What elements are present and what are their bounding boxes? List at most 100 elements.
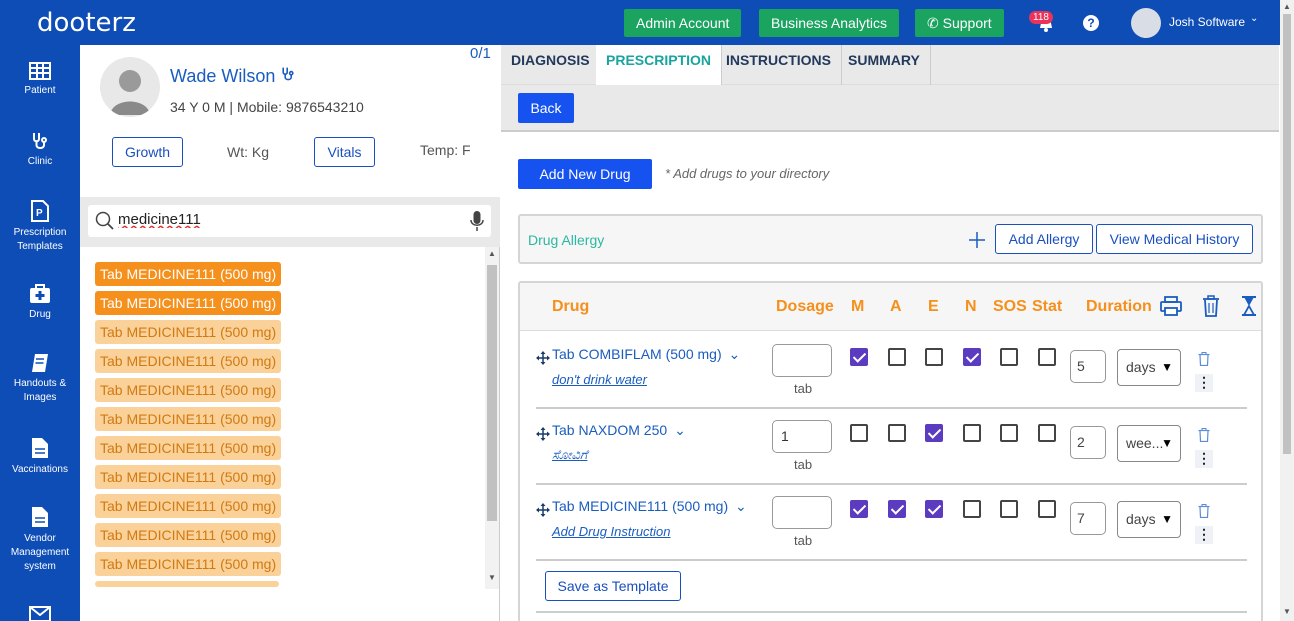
checkbox-sos[interactable] — [1000, 424, 1018, 442]
admin-account-button[interactable]: Admin Account — [624, 9, 742, 37]
checkbox-stat[interactable] — [1038, 424, 1056, 442]
scroll-up-arrow[interactable]: ▲ — [488, 249, 496, 258]
support-button[interactable]: ✆ Support — [915, 9, 1004, 37]
drug-name[interactable]: Tab MEDICINE111 (500 mg) ⌄ — [552, 498, 747, 515]
checkbox-sos[interactable] — [1000, 500, 1018, 518]
duration-input[interactable]: 5 — [1070, 350, 1106, 383]
drug-instruction[interactable]: ಸೋವಿಗೆ — [552, 447, 587, 463]
drug-result-item[interactable]: Tab MEDICINE111 (500 mg) — [95, 291, 282, 315]
delete-icon[interactable] — [1198, 504, 1210, 518]
vitals-button[interactable]: Vitals — [314, 137, 375, 167]
drug-name[interactable]: Tab COMBIFLAM (500 mg) ⌄ — [552, 346, 740, 363]
checkbox-m[interactable] — [850, 348, 868, 366]
microphone-icon[interactable] — [470, 210, 484, 232]
checkbox-m[interactable] — [850, 500, 868, 518]
checkbox-a[interactable] — [888, 500, 906, 518]
add-allergy-button[interactable]: Add Allergy — [995, 224, 1093, 254]
sidebar-item-mail[interactable] — [0, 606, 80, 621]
sidebar-item-handouts[interactable]: Handouts & Images — [0, 353, 80, 405]
page-scrollbar[interactable]: ▲ ▼ — [1280, 0, 1294, 621]
duration-unit-select[interactable]: wee... ▼ — [1117, 425, 1181, 462]
chevron-down-icon[interactable]: ⌄ — [735, 498, 747, 514]
dose-input[interactable]: 1 — [772, 420, 832, 453]
add-new-drug-button[interactable]: Add New Drug — [518, 159, 652, 189]
drug-result-item[interactable]: Tab MEDICINE111 (500 mg) — [95, 262, 282, 286]
checkbox-stat[interactable] — [1038, 500, 1056, 518]
page-scrollbar-thumb[interactable] — [1283, 14, 1291, 454]
sidebar-item-patient[interactable]: Patient — [0, 62, 80, 98]
checkbox-sos[interactable] — [1000, 348, 1018, 366]
business-analytics-button[interactable]: Business Analytics — [759, 9, 899, 37]
dose-input[interactable] — [772, 344, 832, 377]
drag-handle-icon[interactable] — [536, 351, 550, 365]
more-options-icon[interactable]: ⋮ — [1195, 374, 1213, 392]
drug-instruction[interactable]: don't drink water — [552, 372, 647, 387]
drug-result-item[interactable]: Tab MEDICINE111 (500 mg) — [95, 523, 282, 547]
checkbox-e[interactable] — [925, 424, 943, 442]
tab-instructions[interactable]: INSTRUCTIONS — [716, 45, 842, 85]
duration-unit-select[interactable]: days ▼ — [1117, 349, 1181, 386]
delete-icon[interactable] — [1198, 352, 1210, 366]
user-name[interactable]: Josh Software — [1169, 15, 1245, 29]
drug-name[interactable]: Tab NAXDOM 250 ⌄ — [552, 422, 686, 439]
brand-logo[interactable]: dooterz — [37, 8, 136, 38]
results-scrollbar[interactable]: ▲ ▼ — [485, 247, 499, 589]
drug-result-item[interactable]: Tab MEDICINE111 (500 mg) — [95, 320, 282, 344]
trash-all-icon[interactable] — [1202, 295, 1220, 317]
scroll-down-arrow[interactable]: ▼ — [488, 573, 496, 582]
drug-result-item[interactable]: Tab MEDICINE111 (500 mg) — [95, 465, 282, 489]
drug-result-item[interactable]: Tab MEDICINE111 (500 mg) — [95, 407, 282, 431]
duration-input[interactable]: 2 — [1070, 426, 1106, 459]
scroll-up-arrow[interactable]: ▲ — [1283, 2, 1291, 11]
user-avatar[interactable] — [1131, 8, 1161, 38]
sidebar-item-vaccinations[interactable]: Vaccinations — [0, 437, 80, 477]
duration-input[interactable]: 7 — [1070, 502, 1106, 535]
results-scrollbar-thumb[interactable] — [487, 265, 497, 521]
tab-prescription[interactable]: PRESCRIPTION — [596, 45, 723, 85]
drag-handle-icon[interactable] — [536, 427, 550, 441]
dose-input[interactable] — [772, 496, 832, 529]
checkbox-n[interactable] — [963, 500, 981, 518]
checkbox-e[interactable] — [925, 348, 943, 366]
sidebar-item-prescription-templates[interactable]: P Prescription Templates — [0, 200, 80, 254]
scroll-down-arrow[interactable]: ▼ — [1283, 607, 1291, 616]
drug-result-item[interactable]: Tab MEDICINE111 (500 mg) — [95, 378, 282, 402]
sidebar-item-drug[interactable]: Drug — [0, 284, 80, 322]
chevron-down-icon[interactable]: ⌄ — [1250, 13, 1258, 24]
checkbox-stat[interactable] — [1038, 348, 1056, 366]
drug-result-item[interactable]: Tab MEDICINE111 (500 mg) — [95, 494, 282, 518]
delete-icon[interactable] — [1198, 428, 1210, 442]
growth-button[interactable]: Growth — [112, 137, 183, 167]
tab-summary[interactable]: SUMMARY — [838, 45, 931, 85]
print-icon[interactable] — [1160, 296, 1182, 316]
checkbox-a[interactable] — [888, 348, 906, 366]
duration-unit-select[interactable]: days ▼ — [1117, 501, 1181, 538]
search-input[interactable] — [118, 211, 448, 228]
drug-result-item[interactable]: Tab MEDICINE111 (500 mg) — [95, 436, 282, 460]
hourglass-icon[interactable] — [1241, 296, 1257, 316]
checkbox-e[interactable] — [925, 500, 943, 518]
plus-icon[interactable] — [968, 231, 986, 249]
checkbox-n[interactable] — [963, 424, 981, 442]
tab-diagnosis[interactable]: DIAGNOSIS — [501, 45, 601, 85]
sidebar-item-vendor-management[interactable]: Vendor Management system — [0, 506, 80, 574]
more-options-icon[interactable]: ⋮ — [1195, 526, 1213, 544]
checkbox-n[interactable] — [963, 348, 981, 366]
drug-instruction[interactable]: Add Drug Instruction — [552, 524, 671, 539]
checkbox-m[interactable] — [850, 424, 868, 442]
help-icon[interactable]: ? — [1083, 15, 1099, 31]
drug-result-item[interactable]: Tab MEDICINE111 (500 mg) — [95, 349, 282, 373]
patient-name[interactable]: Wade Wilson — [170, 66, 296, 87]
chevron-down-icon[interactable]: ⌄ — [729, 346, 741, 362]
drag-handle-icon[interactable] — [536, 503, 550, 517]
search-box[interactable] — [88, 205, 491, 237]
drug-result-item-partial[interactable] — [95, 581, 279, 587]
checkbox-a[interactable] — [888, 424, 906, 442]
chevron-down-icon[interactable]: ⌄ — [674, 422, 686, 438]
more-options-icon[interactable]: ⋮ — [1195, 450, 1213, 468]
sidebar-item-clinic[interactable]: Clinic — [0, 131, 80, 169]
back-button[interactable]: Back — [518, 93, 574, 123]
save-as-template-button[interactable]: Save as Template — [545, 571, 681, 601]
drug-result-item[interactable]: Tab MEDICINE111 (500 mg) — [95, 552, 282, 576]
view-medical-history-button[interactable]: View Medical History — [1096, 224, 1253, 254]
